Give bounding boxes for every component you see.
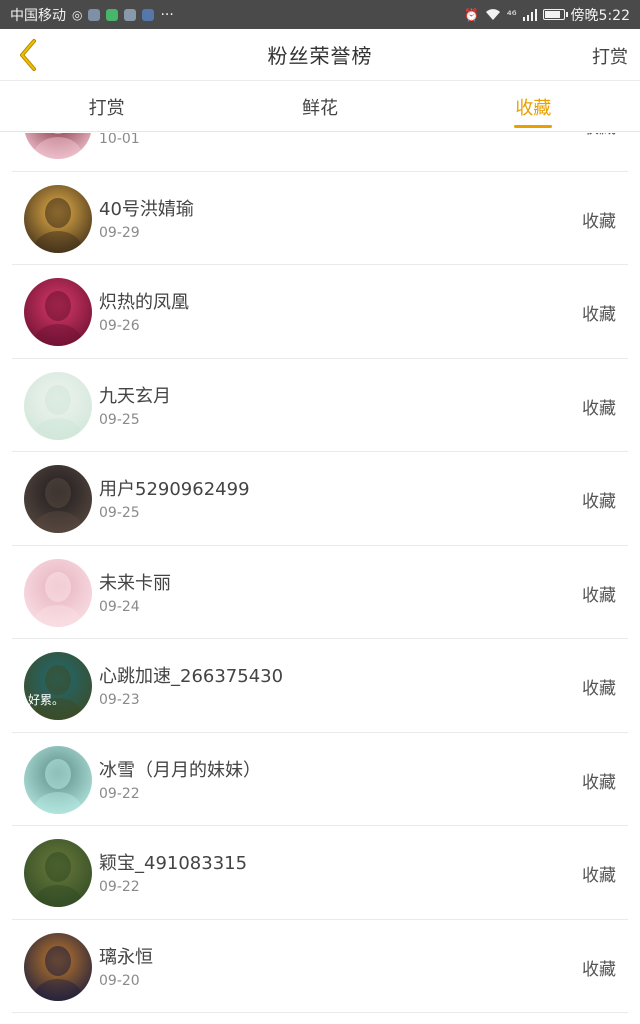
favorite-label: 收藏 — [582, 585, 616, 606]
avatar-image — [24, 558, 92, 627]
user-name: 40号洪婧瑜 — [99, 198, 194, 220]
favorite-label: 收藏 — [582, 492, 616, 512]
avatar-image — [24, 932, 92, 1001]
avatar[interactable] — [24, 558, 92, 627]
list-item[interactable]: 未来卡丽 09-24 收藏 — [12, 546, 628, 639]
user-name: 冰雪（月月的妹妹） — [99, 759, 261, 781]
tab-label: 鲜花 — [301, 97, 338, 119]
list-item[interactable]: 璃永恒 09-20 收藏 — [12, 920, 628, 1013]
avatar[interactable] — [24, 465, 92, 533]
fan-list[interactable]: 10-01收藏40号洪婧瑜09-29收藏炽热的凤凰09-26收藏九天玄月09-2… — [0, 133, 640, 1024]
favorite-label: 收藏 — [582, 772, 616, 793]
list-item[interactable]: 用户5290962499 09-25 收藏 — [12, 452, 628, 546]
favorite-date: 09-26 — [99, 318, 140, 334]
more-notifications-icon: ··· — [160, 6, 174, 23]
favorite-label: 收藏 — [582, 305, 616, 325]
signal-icon — [522, 8, 537, 21]
tab-label: 收藏 — [515, 97, 552, 119]
user-name: 炽热的凤凰 — [99, 292, 189, 313]
app-notification-icon: ◎ — [72, 7, 83, 22]
avatar[interactable] — [24, 133, 92, 159]
tab-flowers[interactable]: 鲜花 — [213, 82, 426, 131]
favorite-label: 收藏 — [582, 959, 616, 980]
clock: 傍晚5:22 — [570, 7, 630, 24]
favorite-label: 收藏 — [582, 133, 616, 138]
tab-label: 打赏 — [88, 97, 125, 119]
favorite-label: 收藏 — [582, 211, 616, 232]
page-title: 粉丝荣誉榜 — [267, 44, 373, 68]
favorite-label: 收藏 — [582, 398, 616, 419]
user-name: 用户5290962499 — [99, 479, 250, 500]
list-item[interactable]: 九天玄月 09-25 收藏 — [12, 359, 628, 452]
list-item[interactable]: 10-01 收藏 — [12, 133, 628, 172]
alarm-icon: ⏰ — [463, 7, 479, 22]
favorite-date: 09-25 — [99, 505, 140, 521]
list-item[interactable]: 好累。 心跳加速_266375430 09-23 收藏 — [12, 639, 628, 733]
tab-bar: 打赏 鲜花 收藏 — [0, 82, 640, 132]
favorite-date: 09-22 — [99, 785, 140, 802]
avatar-image — [24, 652, 92, 720]
user-name: 未来卡丽 — [99, 572, 171, 594]
signal-type-label: ⁴⁶ — [506, 7, 517, 22]
favorite-date: 09-20 — [99, 972, 140, 989]
favorite-date: 10-01 — [99, 133, 140, 147]
user-name: 九天玄月 — [99, 385, 171, 407]
favorite-label: 收藏 — [582, 679, 616, 699]
list-item[interactable]: 炽热的凤凰 09-26 收藏 — [12, 265, 628, 359]
list-item[interactable]: 颖宝_491083315 09-22 收藏 — [12, 826, 628, 920]
avatar-caption: 好累。 — [28, 693, 65, 707]
notification-icon — [124, 8, 137, 21]
favorite-date: 09-23 — [99, 692, 140, 708]
favorite-date: 09-24 — [99, 598, 140, 615]
notification-icon — [142, 8, 155, 21]
battery-level — [544, 11, 560, 18]
avatar[interactable]: 好累。 — [24, 652, 92, 720]
list-item[interactable]: 冰雪（月月的妹妹） 09-22 收藏 — [12, 733, 628, 826]
favorite-date: 09-29 — [99, 224, 140, 241]
avatar[interactable] — [24, 278, 92, 346]
battery-icon — [542, 9, 568, 20]
status-bar: 中国移动 ◎ ··· ⏰ ⁴⁶ 傍晚5:22 — [0, 0, 640, 29]
avatar-image — [24, 133, 92, 159]
wifi-icon — [485, 8, 500, 20]
user-name: 璃永恒 — [99, 946, 153, 968]
wechat-icon — [106, 8, 119, 21]
back-button[interactable] — [8, 35, 48, 75]
avatar-image — [24, 278, 92, 346]
chevron-left-icon — [20, 39, 36, 71]
avatar[interactable] — [24, 745, 92, 814]
avatar[interactable] — [24, 932, 92, 1001]
avatar-image — [24, 745, 92, 814]
avatar[interactable] — [24, 839, 92, 907]
tab-tips[interactable]: 打赏 — [0, 82, 213, 131]
avatar-image — [24, 371, 92, 440]
list-item[interactable]: 40号洪婧瑜 09-29 收藏 — [12, 172, 628, 265]
favorite-date: 09-22 — [99, 879, 140, 895]
avatar[interactable] — [24, 184, 92, 253]
tab-favorites[interactable]: 收藏 — [427, 82, 640, 131]
favorite-date: 09-25 — [99, 411, 140, 428]
user-name: 心跳加速_266375430 — [99, 666, 284, 687]
avatar-image — [24, 839, 92, 907]
avatar[interactable] — [24, 371, 92, 440]
user-name: 颖宝_491083315 — [99, 853, 248, 874]
app-header: 粉丝荣誉榜 打赏 — [0, 29, 640, 81]
avatar-image — [24, 465, 92, 533]
notification-icon — [88, 8, 101, 21]
carrier-label: 中国移动 — [10, 7, 66, 24]
avatar-image — [24, 184, 92, 253]
active-tab-indicator — [514, 125, 553, 128]
favorite-label: 收藏 — [582, 866, 616, 886]
tip-button[interactable]: 打赏 — [592, 43, 628, 69]
